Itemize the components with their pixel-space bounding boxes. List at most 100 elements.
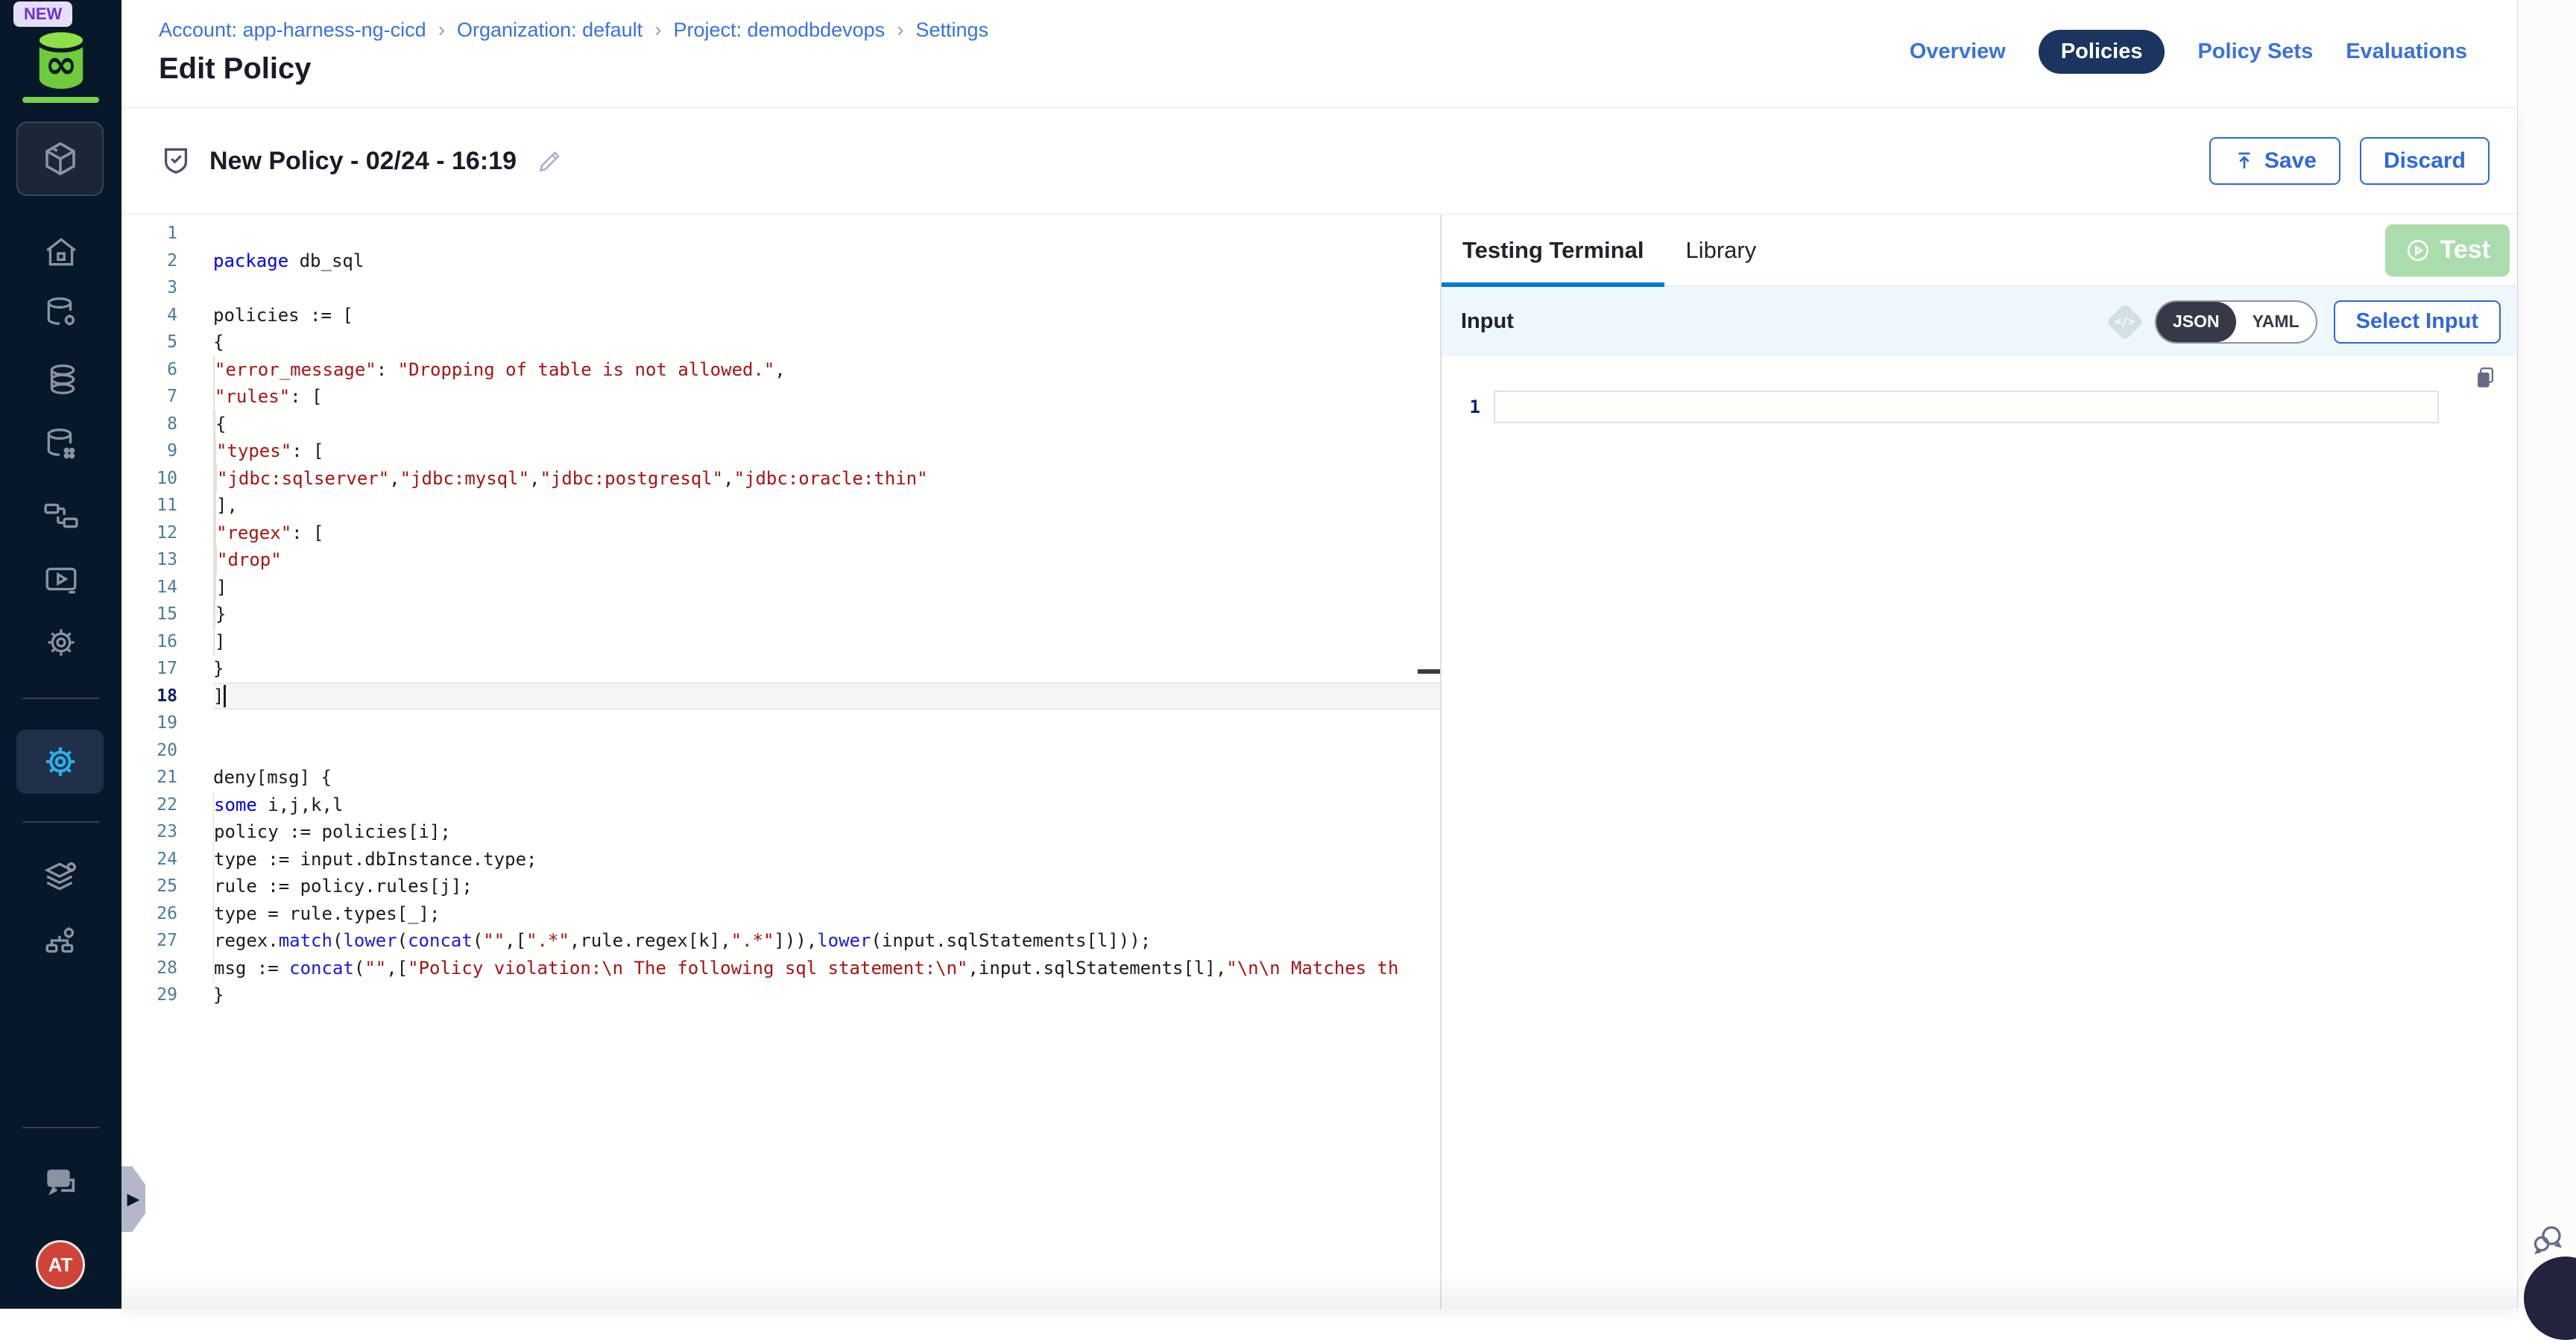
line-number: 12 (121, 523, 177, 543)
feedback-button[interactable] (2530, 1222, 2566, 1258)
sidebar-divider (22, 1127, 99, 1128)
home-icon (42, 233, 80, 271)
breadcrumb-account[interactable]: Account: app-harness-ng-cicd (159, 19, 426, 42)
breadcrumb-project[interactable]: Project: demodbdevops (674, 19, 886, 42)
input-bar: Input </> JSON YAML Select Input (1442, 287, 2517, 356)
code-line[interactable]: 2package db_sql (121, 247, 1440, 275)
input-editor-active-line[interactable] (1494, 391, 2439, 423)
code-line[interactable]: 19 (121, 709, 1440, 737)
nav-evaluations[interactable]: Evaluations (2346, 39, 2467, 64)
line-number: 3 (121, 278, 177, 297)
code-line[interactable]: 26 type = rule.types[_]; (121, 900, 1440, 928)
code-line[interactable]: 7 "rules": [ (121, 383, 1440, 411)
svg-text:?: ? (54, 1172, 63, 1187)
testing-panel: Testing Terminal Library Test Input </> … (1440, 215, 2517, 1309)
code-line[interactable]: 24 type := input.dbInstance.type; (121, 846, 1440, 873)
code-line[interactable]: 8 { (121, 411, 1440, 438)
line-number: 13 (121, 550, 177, 569)
line-number: 15 (121, 604, 177, 624)
code-line[interactable]: 21deny[msg] { (121, 764, 1440, 791)
code-line[interactable]: 11 ], (121, 492, 1440, 519)
tab-testing-terminal[interactable]: Testing Terminal (1442, 215, 1664, 285)
tab-library[interactable]: Library (1664, 215, 1777, 285)
code-line[interactable]: 23 policy := policies[i]; (121, 818, 1440, 846)
policy-card-body: 12package db_sql34policies := [5{6 "erro… (121, 215, 2517, 1309)
sidebar-item-db-instances[interactable] (0, 293, 121, 332)
sidebar-item-settings-gray[interactable] (0, 623, 121, 662)
line-content: "drop" (213, 546, 1440, 574)
input-line-number: 1 (1442, 396, 1494, 417)
code-line[interactable]: 1 (121, 220, 1440, 247)
save-label: Save (2264, 148, 2317, 174)
upload-arrow-icon (2233, 150, 2255, 172)
sidebar-item-executions[interactable] (0, 560, 121, 599)
line-content: regex.match(lower(concat("",[".*",rule.r… (213, 927, 1440, 955)
line-number: 17 (121, 659, 177, 678)
code-line[interactable]: 25 rule := policy.rules[j]; (121, 873, 1440, 900)
sidebar-item-project-settings-selected[interactable] (16, 730, 104, 794)
code-line[interactable]: 27 regex.match(lower(concat("",[".*",rul… (121, 927, 1440, 955)
code-line[interactable]: 15 } (121, 601, 1440, 628)
format-option-yaml[interactable]: YAML (2236, 302, 2316, 342)
code-line[interactable]: 20 (121, 737, 1440, 765)
save-button[interactable]: Save (2209, 137, 2340, 185)
line-number: 18 (121, 686, 177, 706)
line-number: 8 (121, 414, 177, 434)
code-line[interactable]: 6 "error_message": "Dropping of table is… (121, 356, 1440, 384)
sidebar-item-db-library[interactable] (0, 424, 121, 463)
code-line[interactable]: 12 "regex": [ (121, 519, 1440, 547)
input-editor[interactable]: 1 (1442, 356, 2517, 1309)
sidebar-item-help[interactable]: ? (0, 1161, 121, 1206)
breadcrumb-organization[interactable]: Organization: default (457, 19, 643, 42)
nav-policies-active[interactable]: Policies (2039, 30, 2165, 74)
database-dots-icon (42, 425, 80, 462)
code-line[interactable]: 28 msg := concat("",["Policy violation:\… (121, 955, 1440, 982)
line-content: ] (213, 574, 1440, 601)
sidebar-item-db-schemas[interactable] (0, 360, 121, 399)
policy-name: New Policy - 02/24 - 16:19 (209, 147, 517, 176)
edit-policy-name-button[interactable] (536, 147, 564, 175)
nav-policy-sets[interactable]: Policy Sets (2197, 39, 2313, 64)
sidebar-item-pipelines[interactable] (0, 496, 121, 535)
line-content: ] (213, 628, 1440, 656)
code-line[interactable]: 5{ (121, 329, 1440, 356)
top-nav: Overview Policies Policy Sets Evaluation… (1910, 30, 2467, 74)
cursor-position-marker (1418, 669, 1440, 674)
format-option-json[interactable]: JSON (2156, 302, 2236, 342)
cube-icon (40, 139, 80, 179)
line-content: package db_sql (213, 247, 1440, 275)
chat-widget-bubble[interactable] (2524, 1257, 2576, 1340)
rego-code-editor[interactable]: 12package db_sql34policies := [5{6 "erro… (121, 215, 1440, 1309)
sidebar-item-org-settings[interactable] (0, 921, 121, 960)
code-line[interactable]: 10 "jdbc:sqlserver","jdbc:mysql","jdbc:p… (121, 465, 1440, 493)
copy-icon[interactable] (2472, 365, 2498, 391)
svg-text:∞: ∞ (45, 42, 77, 87)
discard-button[interactable]: Discard (2360, 137, 2490, 185)
pipeline-icon (42, 497, 80, 534)
breadcrumb-settings[interactable]: Settings (916, 19, 989, 42)
shield-check-icon (159, 144, 193, 178)
code-line[interactable]: 13 "drop" (121, 546, 1440, 574)
test-label: Test (2440, 236, 2490, 265)
nav-overview[interactable]: Overview (1910, 39, 2006, 64)
code-line[interactable]: 9 "types": [ (121, 437, 1440, 465)
user-avatar[interactable]: AT (36, 1240, 85, 1289)
code-line[interactable]: 4policies := [ (121, 302, 1440, 329)
sidebar-module-selector[interactable] (16, 121, 104, 196)
code-line[interactable]: 18] (121, 683, 1440, 710)
sidebar-item-account-settings[interactable] (0, 857, 121, 896)
code-line[interactable]: 29} (121, 982, 1440, 1009)
harness-dbdevops-logo-icon[interactable]: ∞ (25, 25, 97, 94)
code-line[interactable]: 17} (121, 655, 1440, 683)
code-line[interactable]: 16 ] (121, 628, 1440, 656)
database-gear-icon (42, 294, 80, 331)
play-circle-icon (2405, 237, 2431, 264)
code-line[interactable]: 3 (121, 274, 1440, 302)
code-line[interactable]: 14 ] (121, 574, 1440, 601)
sidebar-item-home[interactable] (0, 233, 121, 271)
test-button[interactable]: Test (2385, 224, 2510, 276)
select-input-button[interactable]: Select Input (2334, 300, 2501, 344)
line-content: "rules": [ (213, 383, 1440, 411)
code-line[interactable]: 22 some i,j,k,l (121, 791, 1440, 819)
new-badge: NEW (13, 1, 72, 27)
